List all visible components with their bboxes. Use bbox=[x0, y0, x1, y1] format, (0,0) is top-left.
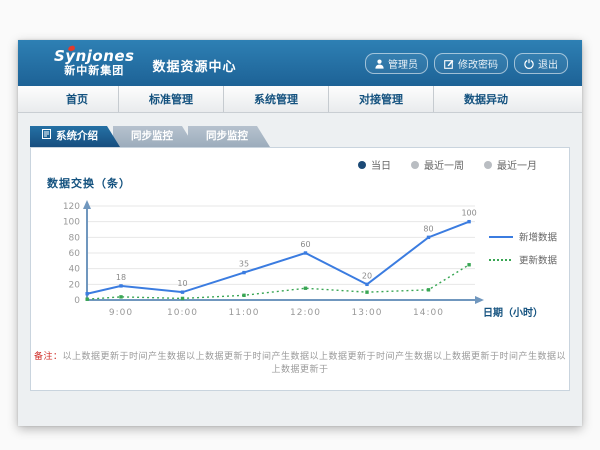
document-icon bbox=[42, 126, 51, 147]
svg-text:18: 18 bbox=[116, 273, 126, 282]
svg-text:13:00: 13:00 bbox=[352, 308, 383, 318]
line-chart: 0 20 40 60 80 100 120 18 10 35 60 20 80 100 9:00 10:00 1… bbox=[31, 193, 563, 327]
radio-label: 当日 bbox=[371, 157, 391, 172]
edit-icon bbox=[444, 59, 454, 69]
tab-sync-monitor-1[interactable]: 同步监控 bbox=[113, 126, 195, 147]
svg-text:80: 80 bbox=[423, 224, 433, 233]
svg-text:20: 20 bbox=[69, 280, 81, 290]
svg-text:20: 20 bbox=[362, 271, 372, 280]
page-title: 数据资源中心 bbox=[153, 56, 237, 75]
content-area: 系统介绍 同步监控 同步监控 当日 最近一周 bbox=[18, 113, 582, 391]
radio-dot-icon bbox=[484, 161, 492, 169]
logout-label: 退出 bbox=[538, 56, 558, 71]
svg-text:80: 80 bbox=[69, 233, 81, 243]
nav-item-standard-mgmt[interactable]: 标准管理 bbox=[118, 86, 223, 112]
nav-item-system-mgmt[interactable]: 系统管理 bbox=[223, 86, 328, 112]
footnote-prefix: 备注： bbox=[34, 352, 63, 362]
tab-system-intro[interactable]: 系统介绍 bbox=[30, 126, 120, 147]
radio-label: 最近一月 bbox=[497, 157, 537, 172]
radio-last-week[interactable]: 最近一周 bbox=[411, 157, 464, 172]
nav-item-data-change[interactable]: 数据异动 bbox=[433, 86, 538, 112]
nav-item-home[interactable]: 首页 bbox=[36, 86, 118, 112]
tab-bar: 系统介绍 同步监控 同步监控 bbox=[30, 126, 582, 147]
main-nav: 首页 标准管理 系统管理 对接管理 数据异动 bbox=[18, 86, 582, 113]
radio-dot-icon bbox=[411, 161, 419, 169]
change-password-button[interactable]: 修改密码 bbox=[434, 53, 508, 74]
svg-text:35: 35 bbox=[239, 260, 249, 269]
change-password-label: 修改密码 bbox=[458, 56, 498, 71]
svg-text:12:00: 12:00 bbox=[290, 308, 321, 318]
radio-today[interactable]: 当日 bbox=[358, 157, 391, 172]
svg-text:40: 40 bbox=[69, 265, 81, 275]
svg-text:9:00: 9:00 bbox=[109, 308, 133, 318]
radio-label: 最近一周 bbox=[424, 157, 464, 172]
svg-text:100: 100 bbox=[461, 209, 476, 218]
svg-text:60: 60 bbox=[69, 249, 81, 259]
tab-label: 同步监控 bbox=[206, 126, 248, 147]
tab-label: 系统介绍 bbox=[56, 126, 98, 147]
logout-button[interactable]: 退出 bbox=[514, 53, 568, 74]
logo-company: 新中新集团 bbox=[54, 65, 135, 77]
svg-text:11:00: 11:00 bbox=[229, 308, 260, 318]
user-label: 管理员 bbox=[388, 56, 418, 71]
svg-text:10:00: 10:00 bbox=[167, 308, 198, 318]
svg-text:60: 60 bbox=[300, 240, 310, 249]
svg-text:日期（小时）: 日期（小时） bbox=[483, 306, 543, 319]
header: Synjones 新中新集团 数据资源中心 管理员 修改密码 退出 bbox=[18, 40, 582, 86]
footnote: 备注：以上数据更新于时间产生数据以上数据更新于时间产生数据以上数据更新于时间产生… bbox=[31, 349, 569, 375]
svg-text:100: 100 bbox=[63, 218, 80, 228]
logo: Synjones 新中新集团 bbox=[54, 49, 135, 76]
tab-sync-monitor-2[interactable]: 同步监控 bbox=[188, 126, 270, 147]
radio-last-month[interactable]: 最近一月 bbox=[484, 157, 537, 172]
power-icon bbox=[524, 59, 534, 69]
app-window: Synjones 新中新集团 数据资源中心 管理员 修改密码 退出 首页 标准管… bbox=[18, 40, 582, 426]
logo-brand: Synjones bbox=[54, 49, 135, 65]
y-axis-title: 数据交换（条） bbox=[47, 175, 569, 191]
radio-dot-icon bbox=[358, 161, 366, 169]
svg-text:10: 10 bbox=[177, 279, 187, 288]
svg-text:120: 120 bbox=[63, 202, 80, 212]
header-actions: 管理员 修改密码 退出 bbox=[365, 53, 568, 74]
time-filter-group: 当日 最近一周 最近一月 bbox=[31, 148, 569, 172]
tab-label: 同步监控 bbox=[131, 126, 173, 147]
chart-panel: 当日 最近一周 最近一月 数据交换（条） 0 20 40 60 80 100 120 18 10… bbox=[30, 147, 570, 391]
footnote-text: 以上数据更新于时间产生数据以上数据更新于时间产生数据以上数据更新于时间产生数据以… bbox=[63, 352, 567, 375]
user-icon bbox=[375, 59, 384, 69]
svg-text:14:00: 14:00 bbox=[413, 308, 444, 318]
svg-text:新增数据: 新增数据 bbox=[519, 232, 558, 244]
nav-item-interface-mgmt[interactable]: 对接管理 bbox=[328, 86, 433, 112]
user-button[interactable]: 管理员 bbox=[365, 53, 428, 74]
svg-text:更新数据: 更新数据 bbox=[519, 255, 558, 267]
svg-text:0: 0 bbox=[74, 296, 80, 306]
